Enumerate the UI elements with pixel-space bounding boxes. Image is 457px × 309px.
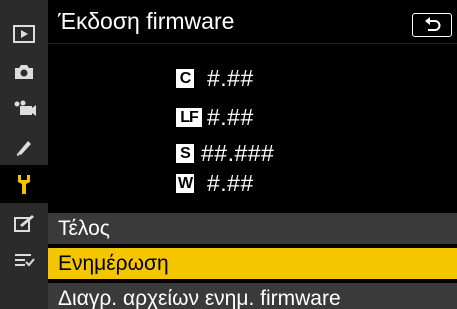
back-button[interactable] [412,13,452,37]
my-menu-list-icon [15,254,35,267]
firmware-badge: LF [176,107,202,127]
firmware-row-c: C #.## [176,64,254,91]
firmware-row-s: S ##.### [176,139,275,166]
return-arrow-icon [425,17,441,31]
tab-retouch[interactable] [0,204,48,242]
play-icon [13,25,35,43]
wrench-icon [18,175,30,194]
firmware-value: #.## [207,103,254,130]
retouch-icon [14,215,34,232]
camera-icon [15,65,33,79]
menu-item-delete-firmware-files[interactable]: Διαγρ. αρχείων ενημ. firmware [48,283,457,309]
firmware-badge: C [176,68,194,88]
tab-playback[interactable] [0,15,48,53]
firmware-value: #.## [207,64,254,91]
firmware-value: #.## [207,169,254,196]
page-title: Έκδοση firmware [58,8,235,34]
menu-item-update[interactable]: Ενημέρωση [48,248,457,279]
tab-photo-shooting[interactable] [0,53,48,91]
firmware-badge: S [176,143,194,163]
tab-movie-shooting[interactable] [0,90,48,128]
menu-item-finish[interactable]: Τέλος [48,213,457,244]
firmware-row-lf: LF #.## [176,103,254,130]
tab-my-menu[interactable] [0,242,48,280]
menu-tab-rail [0,0,48,309]
menu-item-label: Τέλος [58,216,110,240]
tab-custom-settings[interactable] [0,128,48,166]
firmware-badge: W [176,173,194,193]
firmware-version-panel: Έκδοση firmware C #.## LF #.## S ##.### … [48,0,457,309]
firmware-row-w: W #.## [176,169,254,196]
menu-item-label: Διαγρ. αρχείων ενημ. firmware [58,286,341,309]
menu-item-label: Ενημέρωση [58,251,169,275]
header-divider [48,43,457,44]
movie-camera-icon [14,100,36,116]
firmware-value: ##.### [201,139,275,166]
pencil-icon [17,141,31,156]
tab-setup[interactable] [0,165,48,203]
